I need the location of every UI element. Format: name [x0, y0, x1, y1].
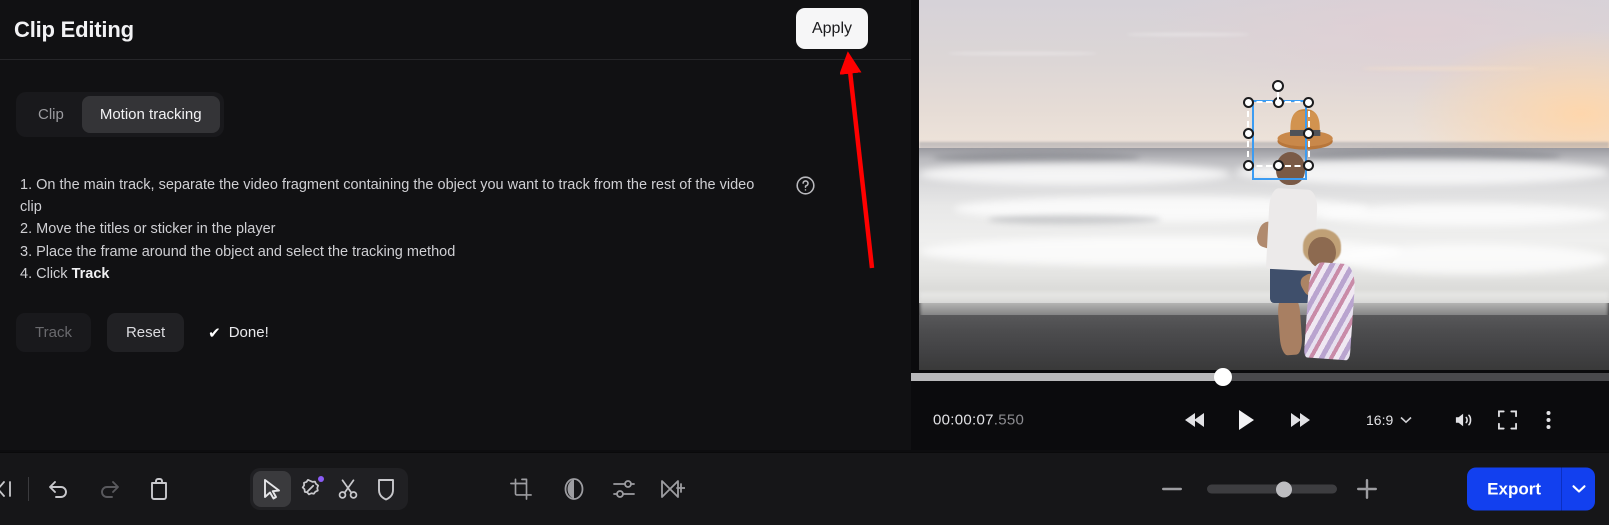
zoom-slider-thumb[interactable]: [1276, 481, 1292, 497]
done-label: Done!: [228, 324, 269, 341]
video-editor-window: Clip Editing Apply Clip Motion tracking …: [0, 0, 1609, 525]
panel-header: Clip Editing Apply: [0, 0, 911, 60]
instructions-list: 1. On the main track, separate the video…: [20, 174, 780, 285]
panel-tabs: Clip Motion tracking: [16, 92, 224, 137]
hat-sticker[interactable]: [1272, 105, 1338, 155]
instruction-step-4-emphasis: Track: [71, 265, 110, 282]
chevron-down-icon: [1400, 416, 1412, 424]
player-controls: 00:00:07.550 16:9: [911, 390, 1609, 450]
zoom-out-button[interactable]: [1162, 487, 1182, 491]
sea-foam: [1319, 203, 1609, 226]
page-title: Clip Editing: [14, 17, 134, 42]
tab-clip[interactable]: Clip: [20, 96, 82, 133]
export-dropdown-button[interactable]: [1561, 467, 1595, 511]
tool-group: [250, 468, 408, 510]
girl-dress: [1303, 261, 1356, 361]
video-player: [911, 0, 1609, 450]
toolbar-divider: [28, 477, 29, 501]
zoom-slider[interactable]: [1207, 481, 1337, 497]
instruction-step-2: 2. Move the titles or sticker in the pla…: [20, 221, 276, 238]
instruction-step-4: 4. Click Track: [20, 263, 780, 285]
scrubber-thumb[interactable]: [1213, 368, 1232, 386]
sea-foam: [919, 162, 1230, 185]
instruction-step-1: 1. On the main track, separate the video…: [20, 177, 755, 216]
instruction-step-4-text: 4. Click: [20, 265, 72, 282]
bottom-toolbar: Export: [0, 452, 1609, 525]
undo-button[interactable]: [47, 478, 71, 500]
play-button[interactable]: [1238, 410, 1255, 430]
beach-sand: [919, 314, 1609, 370]
sky-region: [919, 0, 1609, 152]
timecode-milliseconds: .550: [993, 411, 1025, 429]
wave: [932, 151, 1140, 163]
reset-button[interactable]: Reset: [106, 313, 185, 352]
playback-scrubber[interactable]: [911, 368, 1609, 386]
apply-button[interactable]: Apply: [796, 8, 868, 49]
aspect-ratio-selector[interactable]: 16:9: [1366, 412, 1412, 428]
status-badge: ✔ Done!: [208, 324, 269, 342]
timecode-main: 00:00:07: [933, 411, 994, 429]
export-button[interactable]: Export: [1467, 467, 1561, 511]
question-circle-icon[interactable]: [795, 175, 816, 196]
select-tool[interactable]: [253, 471, 291, 507]
adjust-tool[interactable]: [612, 478, 636, 500]
instruction-step-3: 3. Place the frame around the object and…: [20, 243, 456, 260]
delete-button[interactable]: [148, 477, 170, 501]
video-canvas[interactable]: [919, 0, 1609, 370]
export-button-group[interactable]: Export: [1467, 467, 1595, 511]
clip-editing-panel: Clip Editing Apply Clip Motion tracking …: [0, 0, 911, 450]
scrubber-progress: [911, 373, 1222, 381]
volume-button[interactable]: [1453, 411, 1475, 429]
man-head: [1275, 151, 1306, 185]
timecode-display: 00:00:07.550: [933, 412, 1024, 429]
aspect-ratio-value: 16:9: [1366, 412, 1394, 428]
magic-eraser-tool[interactable]: [291, 471, 329, 507]
video-frame-image: [919, 0, 1609, 370]
fast-forward-button[interactable]: [1289, 412, 1311, 428]
rewind-button[interactable]: [1184, 412, 1206, 428]
wave: [988, 214, 1161, 224]
cloud-streak: [946, 51, 1099, 55]
speed-tool[interactable]: [661, 478, 685, 500]
rotate-handle[interactable]: [1272, 80, 1284, 92]
tracking-actions: Track Reset ✔ Done!: [16, 313, 269, 352]
color-tool[interactable]: [562, 477, 586, 501]
tab-motion-tracking[interactable]: Motion tracking: [81, 96, 220, 133]
new-feature-badge: [318, 476, 324, 482]
split-tool[interactable]: [329, 471, 367, 507]
annotation-arrow: [840, 51, 875, 269]
timeline-toggle-button[interactable]: [0, 480, 12, 498]
chevron-down-icon: [1571, 485, 1586, 493]
crop-tool[interactable]: [510, 478, 532, 500]
redo-button[interactable]: [97, 478, 121, 500]
fullscreen-button[interactable]: [1498, 410, 1517, 430]
more-options-button[interactable]: [1546, 411, 1551, 430]
check-icon: ✔: [208, 324, 221, 342]
track-button[interactable]: Track: [16, 313, 91, 352]
mask-tool[interactable]: [367, 471, 405, 507]
zoom-in-button[interactable]: [1357, 479, 1377, 499]
cloud-streak: [1360, 66, 1540, 70]
sea-foam: [1333, 244, 1609, 274]
